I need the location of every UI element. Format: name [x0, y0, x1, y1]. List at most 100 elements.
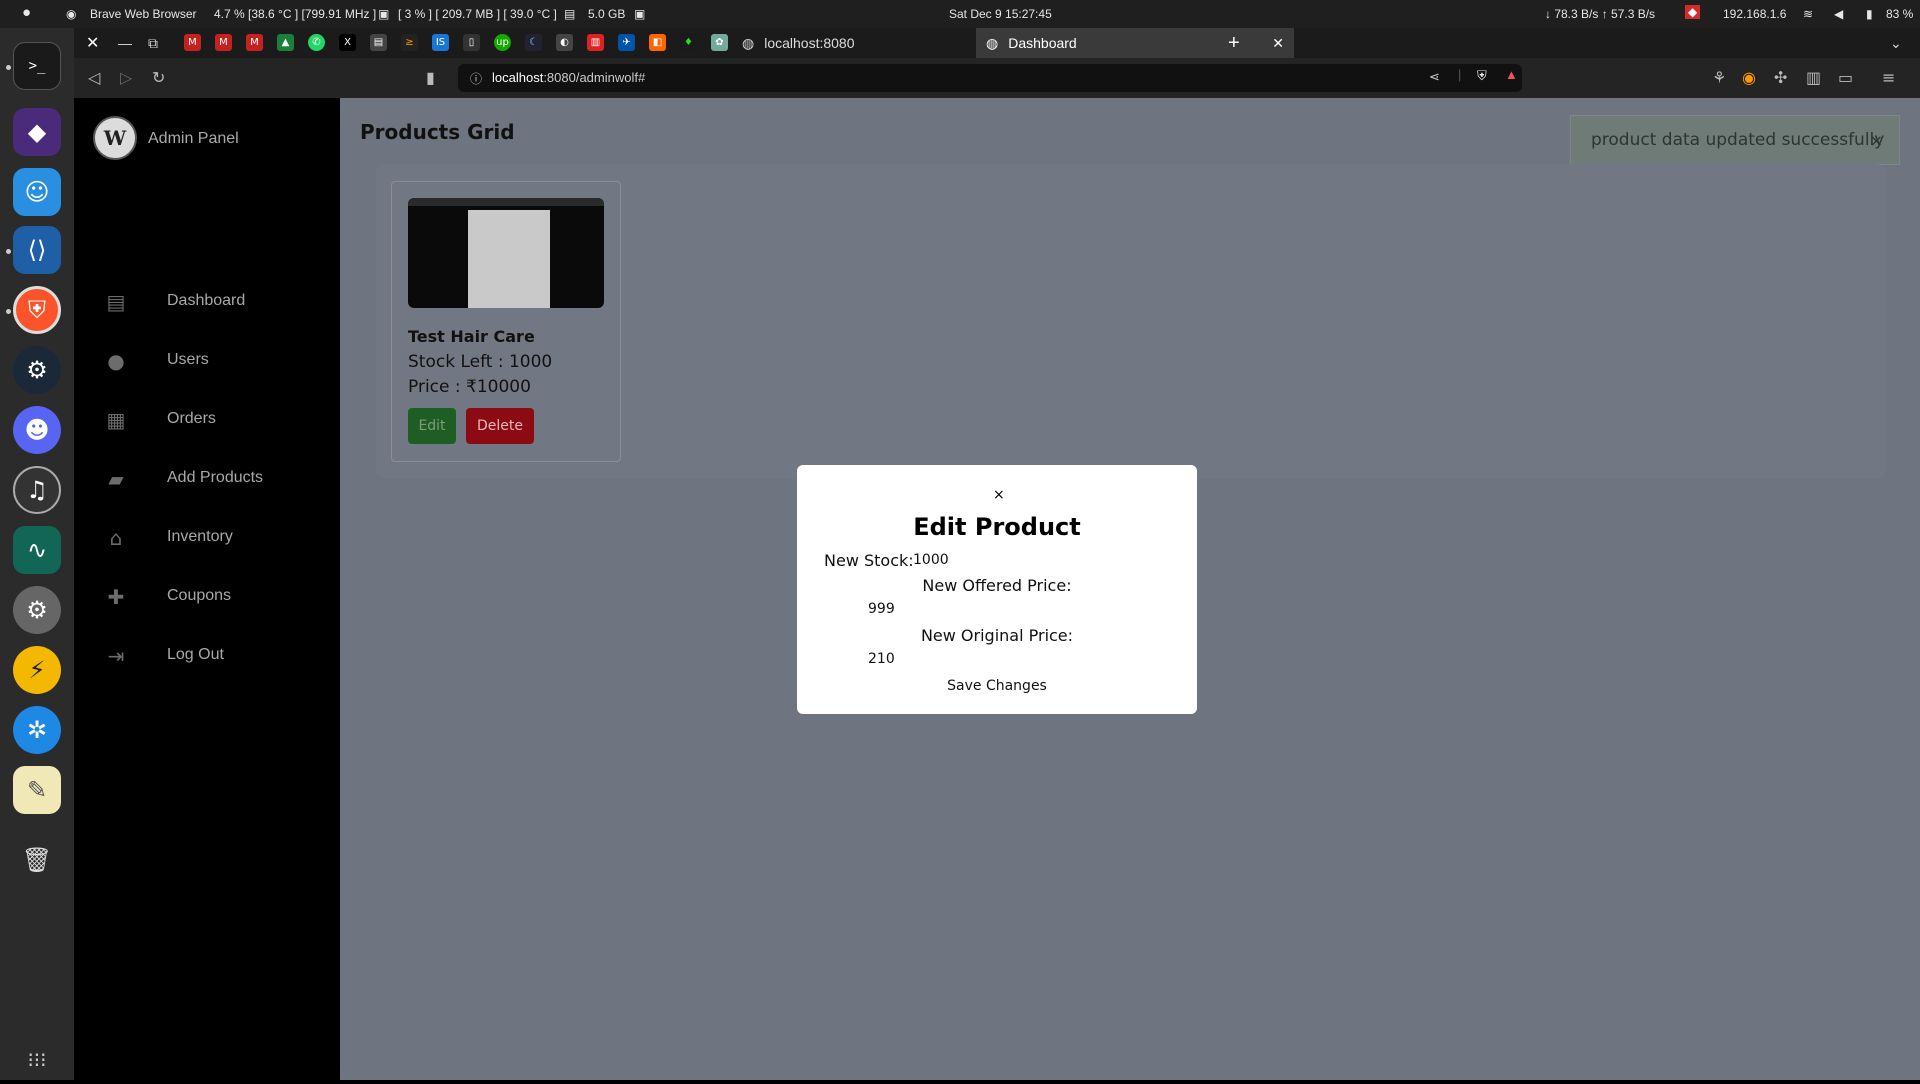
site-info-icon[interactable]: ⓘ	[470, 70, 482, 87]
product-stock: Stock Left : 1000	[408, 352, 553, 372]
app-grid-icon[interactable]: ⁝⁝⁝	[13, 1036, 61, 1084]
sidebar-item-coupons[interactable]: ✚ Coupons	[74, 575, 340, 619]
modal-close-icon[interactable]: ×	[993, 487, 1005, 503]
wallet-icon[interactable]: ▭	[1838, 68, 1853, 87]
tab-icon[interactable]: ✈	[618, 34, 635, 51]
chatgpt-tab-icon[interactable]: ✿	[711, 34, 728, 51]
tab-icon[interactable]: ◧	[649, 34, 666, 51]
brave-rewards-icon[interactable]: ▲	[1505, 67, 1518, 82]
sidebar-item-users[interactable]: ● Users	[74, 339, 340, 383]
whatsapp-tab-icon[interactable]: ✆	[308, 34, 325, 51]
gift-icon: ✚	[107, 585, 125, 609]
close-tab-icon[interactable]: ✕	[1272, 35, 1284, 52]
tab-list-chevron-icon[interactable]: ⌄	[1890, 28, 1902, 58]
extensions-puzzle-icon[interactable]: ✣	[1774, 68, 1787, 87]
tab-icon[interactable]: ▥	[587, 34, 604, 51]
toast-close-icon[interactable]: ×	[1870, 131, 1883, 150]
gmail-tab-icon[interactable]: M	[215, 34, 232, 51]
battery-icon: ▮	[1866, 7, 1873, 21]
tab-icon[interactable]: ▯	[463, 34, 480, 51]
music-icon[interactable]: ♫	[13, 466, 61, 514]
trash-icon[interactable]: 🗑	[13, 836, 61, 884]
steam-icon[interactable]: ⚙	[13, 346, 61, 394]
store-icon: ▦	[106, 408, 126, 432]
activity-monitor-icon[interactable]: ∿	[13, 526, 61, 574]
sidebar-item-orders[interactable]: ▦ Orders	[74, 398, 340, 442]
tab-icon[interactable]: ▤	[370, 34, 387, 51]
volume-icon[interactable]: ◀	[1834, 7, 1843, 21]
sidebar-item-dashboard[interactable]: ▤ Dashboard	[74, 280, 340, 324]
close-window-icon[interactable]: ✕	[86, 28, 99, 58]
page-title: Products Grid	[360, 120, 515, 144]
tab-icon[interactable]: ≥	[401, 34, 418, 51]
new-original-price-field[interactable]: 210	[868, 651, 895, 667]
settings-gear-icon[interactable]: ✲	[13, 706, 61, 754]
x-tab-icon[interactable]: X	[339, 34, 356, 51]
sidebar-item-label: Add Products	[167, 469, 264, 486]
obsidian-icon[interactable]: ◆	[13, 108, 61, 156]
running-dot	[6, 249, 11, 254]
product-card: Test Hair Care Stock Left : 1000 Price :…	[391, 181, 621, 462]
brave-shields-icon[interactable]: ⛨	[1477, 68, 1487, 84]
id-card-icon: ▤	[106, 290, 126, 314]
tab-icon[interactable]: ◐	[556, 34, 573, 51]
tab-icon[interactable]: ♦	[680, 34, 697, 51]
drive-tab-icon[interactable]: ▲	[277, 34, 294, 51]
success-toast: product data updated successfully ×	[1570, 115, 1900, 165]
bookmark-icon[interactable]: ▮	[426, 68, 435, 87]
tab-icon[interactable]: IS	[432, 34, 449, 51]
new-tab-button[interactable]: +	[1228, 28, 1240, 58]
anydesk-icon[interactable]: ◆	[1685, 5, 1701, 19]
save-changes-button[interactable]: Save Changes	[946, 675, 1048, 697]
reload-icon[interactable]: ↻	[152, 68, 165, 87]
url-host: localhost	[492, 70, 544, 85]
separator: |	[1458, 67, 1462, 82]
terminal-icon[interactable]: >_	[13, 42, 61, 90]
menu-icon[interactable]: ≡	[1882, 68, 1895, 87]
gpu-stats: [ 3 % ] [ 209.7 MB ] [ 39.0 °C ]	[398, 7, 557, 21]
lightning-icon[interactable]: ⚡	[13, 646, 61, 694]
notes-icon[interactable]: ✎	[13, 766, 61, 814]
brand-title: Admin Panel	[148, 130, 239, 147]
edit-button[interactable]: Edit	[408, 408, 456, 444]
brave-browser-icon[interactable]: ⛨	[13, 286, 61, 334]
sidebar-item-inventory[interactable]: ⌂ Inventory	[74, 516, 340, 560]
admin-sidebar: W Admin Panel ▤ Dashboard ● Users ▦ Orders …	[74, 98, 340, 1080]
gmail-tab-icon[interactable]: M	[246, 34, 263, 51]
share-icon[interactable]: ⋖	[1429, 69, 1440, 85]
upwork-tab-icon[interactable]: up	[494, 34, 511, 51]
address-bar[interactable]: ⓘ localhost:8080/adminwolf# ⋖ | ⛨ ▲	[458, 64, 1522, 92]
extension-icon[interactable]: ⚘	[1712, 68, 1726, 87]
extension-icon[interactable]: ◉	[1742, 68, 1756, 87]
tab-icon[interactable]: ☾	[525, 34, 542, 51]
sidebar-item-logout[interactable]: ⇥ Log Out	[74, 634, 340, 678]
forward-icon[interactable]: ▷	[120, 68, 132, 87]
product-price: Price : ₹10000	[408, 377, 531, 397]
finder-icon[interactable]: ☺	[13, 168, 61, 216]
product-image	[408, 198, 604, 308]
clock[interactable]: Sat Dec 9 15:27:45	[949, 7, 1052, 21]
new-offered-price-field[interactable]: 999	[868, 601, 895, 617]
tab-dashboard[interactable]: ◍ Dashboard ✕	[976, 28, 1294, 58]
delete-button[interactable]: Delete	[466, 408, 534, 444]
minimize-icon[interactable]: —	[118, 28, 132, 58]
network-speed: ↓ 78.3 B/s ↑ 57.3 B/s	[1545, 7, 1656, 21]
new-stock-field[interactable]: 1000	[913, 552, 949, 568]
sidebar-item-label: Inventory	[167, 528, 233, 545]
sidebar-toggle-icon[interactable]: ▥	[1806, 68, 1821, 87]
back-icon[interactable]: ◁	[88, 68, 100, 87]
sidebar-item-label: Log Out	[167, 646, 224, 663]
new-original-price-label: New Original Price:	[920, 626, 1074, 645]
brave-small-icon: ◉	[66, 7, 77, 21]
system-settings-icon[interactable]: ⚙	[13, 586, 61, 634]
vscode-icon[interactable]: ⟨⟩	[13, 226, 61, 274]
sidebar-item-add-products[interactable]: ▰ Add Products	[74, 457, 340, 501]
sidebar-item-label: Dashboard	[167, 292, 246, 309]
admin-logo: W	[93, 116, 137, 160]
discord-icon[interactable]: ☻	[13, 406, 61, 454]
apple-icon[interactable]: ●	[22, 4, 31, 21]
wifi-icon[interactable]: ≋	[1803, 7, 1813, 21]
tab-dashboard-label: Dashboard	[1008, 35, 1077, 51]
gmail-tab-icon[interactable]: M	[184, 34, 201, 51]
restore-icon[interactable]: ⧉	[148, 28, 158, 58]
